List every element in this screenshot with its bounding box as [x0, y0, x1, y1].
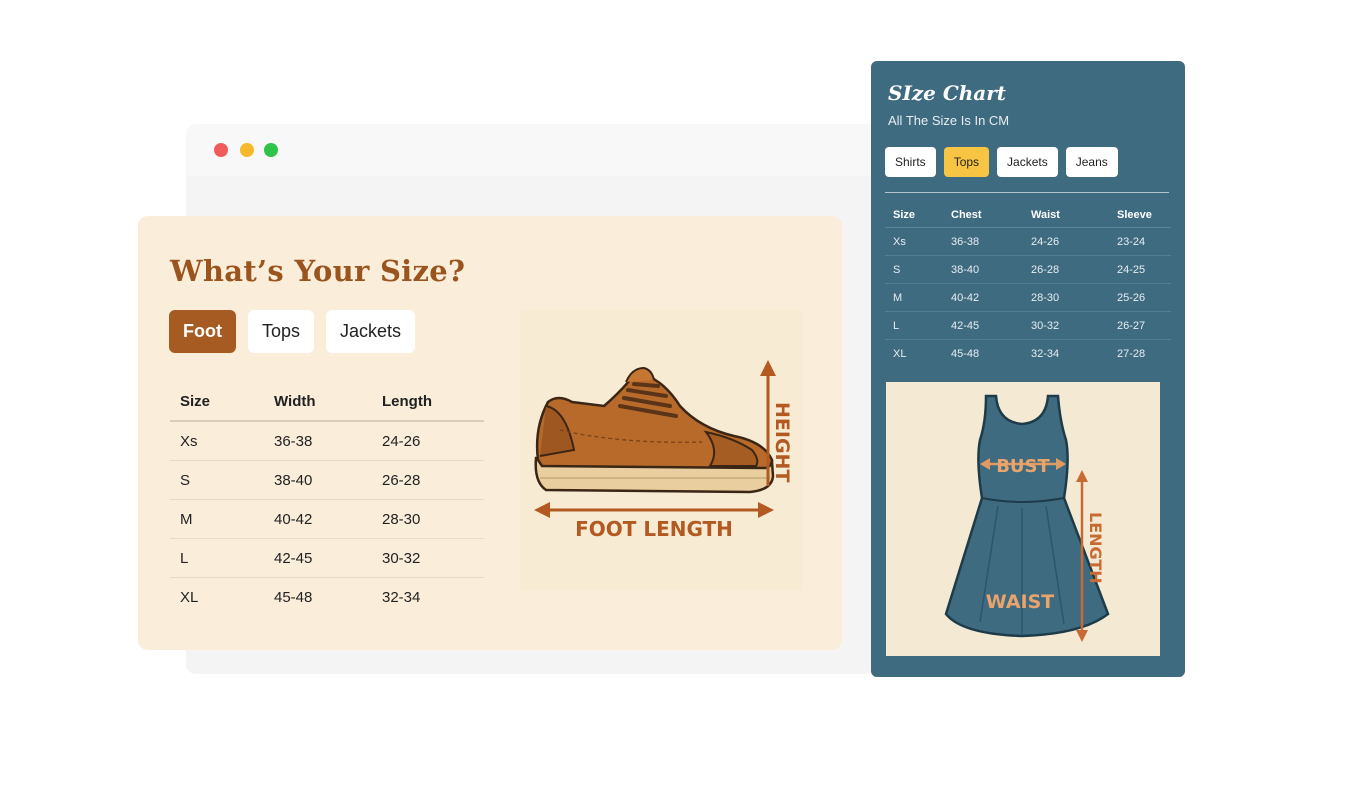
tab-jackets[interactable]: Jackets	[997, 147, 1058, 177]
cell-length: 28-30	[382, 510, 421, 528]
cell-size: L	[893, 319, 900, 332]
tops-size-table: Size Chest Waist Sleeve Xs 36-38 24-26 2…	[885, 202, 1171, 368]
cell-waist: 32-34	[1031, 348, 1060, 360]
cell-size: M	[893, 291, 903, 304]
height-label: HEIGHT	[771, 402, 793, 482]
size-guide-title: What’s Your Size?	[170, 254, 466, 288]
cell-width: 45-48	[274, 589, 313, 606]
column-header-length: Length	[382, 393, 432, 410]
table-row: L 42-45 30-32	[170, 539, 484, 578]
foot-size-table: Size Width Length Xs 36-38 24-26 S 38-40…	[170, 383, 484, 617]
cell-length: 30-32	[382, 549, 421, 567]
tab-jackets[interactable]: Jackets	[326, 310, 416, 353]
cell-size: XL	[180, 589, 199, 606]
column-header-width: Width	[274, 393, 316, 410]
table-row: M 40-42 28-30 25-26	[885, 284, 1171, 312]
cell-size: XL	[893, 348, 907, 360]
cell-sleeve: 27-28	[1117, 348, 1146, 360]
shoe-measure-graphic: HEIGHT FOOT LENGTH	[534, 360, 793, 541]
tab-foot[interactable]: Foot	[169, 310, 236, 353]
dress-measure-graphic: BUST WAIST LENGTH	[944, 394, 1110, 642]
shoe-illustration: HEIGHT FOOT LENGTH	[520, 310, 802, 590]
bust-label: BUST	[996, 456, 1050, 477]
cell-length: 32-34	[382, 589, 421, 606]
table-row: XL 45-48 32-34 27-28	[885, 340, 1171, 368]
column-header-waist: Waist	[1031, 208, 1060, 221]
waist-label: WAIST	[986, 591, 1055, 613]
column-header-sleeve: Sleeve	[1117, 208, 1152, 221]
cell-chest: 42-45	[951, 319, 980, 332]
table-row: S 38-40 26-28 24-25	[885, 256, 1171, 284]
cell-waist: 26-28	[1031, 263, 1060, 276]
cell-waist: 24-26	[1031, 235, 1060, 248]
cell-chest: 36-38	[951, 235, 980, 248]
cell-length: 24-26	[382, 432, 421, 450]
cell-size: S	[893, 263, 901, 276]
column-header-size: Size	[893, 208, 916, 221]
cell-width: 42-45	[274, 549, 313, 567]
table-row: S 38-40 26-28	[170, 461, 484, 500]
tab-tops[interactable]: Tops	[247, 310, 315, 353]
cell-sleeve: 26-27	[1117, 319, 1146, 332]
divider	[885, 192, 1169, 193]
table-row: Xs 36-38 24-26 23-24	[885, 228, 1171, 256]
size-chart-subtitle: All The Size Is In CM	[888, 113, 1010, 128]
size-guide-tabs: Foot Tops Jackets	[169, 310, 416, 353]
cell-chest: 40-42	[951, 291, 980, 304]
table-row: Xs 36-38 24-26	[170, 422, 484, 461]
cell-sleeve: 24-25	[1117, 263, 1146, 276]
cell-size: M	[180, 510, 193, 528]
tab-jeans[interactable]: Jeans	[1065, 147, 1118, 177]
cell-size: Xs	[180, 432, 198, 450]
cell-size: Xs	[893, 235, 906, 248]
cell-waist: 30-32	[1031, 319, 1060, 332]
cell-width: 40-42	[274, 510, 313, 528]
cell-waist: 28-30	[1031, 291, 1060, 304]
length-label: LENGTH	[1086, 512, 1105, 584]
cell-sleeve: 23-24	[1117, 235, 1146, 248]
cell-size: S	[180, 471, 191, 489]
cell-size: L	[180, 549, 189, 567]
maximize-window-icon[interactable]	[264, 143, 278, 157]
size-chart-tabs: Shirts Tops Jackets Jeans	[885, 147, 1118, 177]
dress-illustration: BUST WAIST LENGTH	[886, 382, 1160, 656]
cell-length: 26-28	[382, 471, 421, 489]
size-guide-card: What’s Your Size? Foot Tops Jackets Size…	[138, 216, 842, 650]
cell-width: 36-38	[274, 432, 313, 450]
table-row: M 40-42 28-30	[170, 500, 484, 539]
table-row: XL 45-48 32-34	[170, 578, 484, 617]
column-header-chest: Chest	[951, 208, 982, 221]
column-header-size: Size	[180, 393, 211, 410]
close-window-icon[interactable]	[214, 143, 228, 157]
size-chart-title: SIze Chart	[888, 81, 1007, 105]
cell-chest: 38-40	[951, 263, 980, 276]
tab-tops[interactable]: Tops	[943, 147, 990, 177]
cell-chest: 45-48	[951, 348, 980, 360]
size-chart-panel: SIze Chart All The Size Is In CM Shirts …	[871, 61, 1185, 677]
table-row: L 42-45 30-32 26-27	[885, 312, 1171, 340]
minimize-window-icon[interactable]	[240, 143, 254, 157]
tab-shirts[interactable]: Shirts	[885, 147, 936, 177]
cell-sleeve: 25-26	[1117, 291, 1146, 304]
table-header-row: Size Chest Waist Sleeve	[885, 202, 1171, 228]
table-header-row: Size Width Length	[170, 383, 484, 422]
browser-title-bar	[186, 124, 876, 176]
cell-width: 38-40	[274, 471, 313, 489]
foot-length-label: FOOT LENGTH	[575, 517, 733, 541]
